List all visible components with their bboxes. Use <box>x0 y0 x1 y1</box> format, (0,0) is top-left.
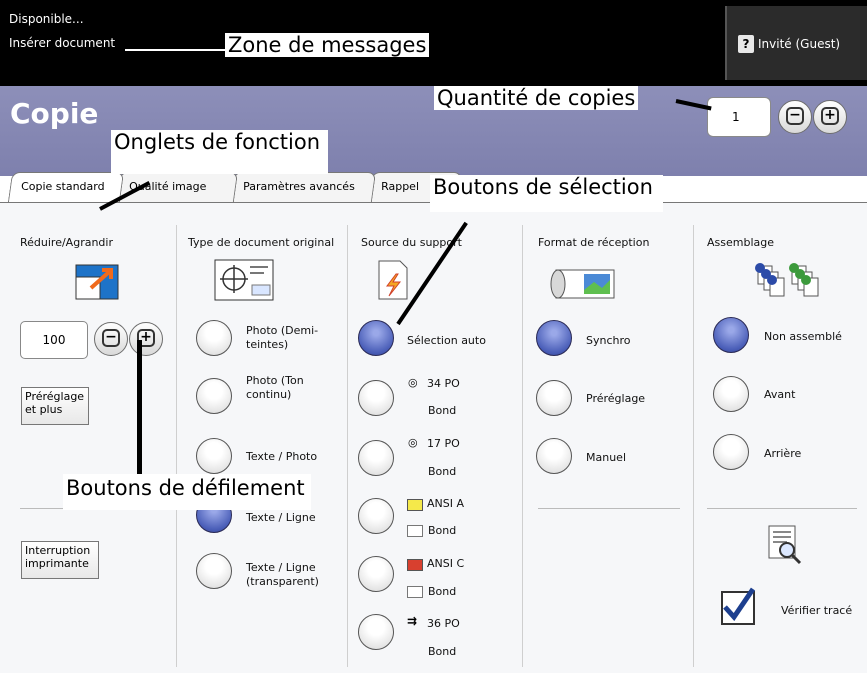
paper-source-radio-1[interactable] <box>358 380 394 416</box>
document-type-icon <box>214 259 274 301</box>
callout-tabs: Onglets de fonction <box>111 130 329 174</box>
tray-arrow-icon: ⇉ <box>407 614 418 628</box>
output-format-radio-0[interactable] <box>536 320 572 356</box>
callout-messages: Zone de messages <box>225 33 430 57</box>
output-format-label-0: Synchro <box>586 334 631 347</box>
roll-icon: ◎ <box>408 376 418 389</box>
callout-scroll: Boutons de défilement <box>63 474 311 510</box>
paper-source-radio-2[interactable] <box>358 440 394 476</box>
column-divider <box>347 225 348 667</box>
quantity-plus-button[interactable]: + <box>813 100 847 134</box>
column-divider <box>693 225 694 667</box>
doc-type-label-2: Texte / Photo <box>246 450 318 463</box>
page-title: Copie <box>10 97 99 130</box>
tray-red-icon <box>407 559 423 571</box>
guest-label: Invité (Guest) <box>758 37 841 51</box>
reduce-enlarge-icon <box>75 264 119 300</box>
reduce-value-field[interactable]: 100 <box>20 321 88 359</box>
document-type-header: Type de document original <box>188 236 335 249</box>
reduce-minus-button[interactable]: − <box>94 322 128 356</box>
collation-header: Assemblage <box>707 236 774 249</box>
collation-radio-2[interactable] <box>713 434 749 470</box>
paper-source-sub-2: Bond <box>428 465 457 478</box>
collation-radio-1[interactable] <box>713 376 749 412</box>
doc-type-radio-4[interactable] <box>196 553 232 589</box>
output-format-radio-1[interactable] <box>536 380 572 416</box>
column-divider <box>176 225 177 667</box>
callout-selection: Boutons de sélection <box>430 175 663 212</box>
doc-type-label-0: Photo (Demi-teintes) <box>246 324 319 351</box>
paper-source-radio-3[interactable] <box>358 498 394 534</box>
doc-type-label-3: Texte / Ligne <box>246 511 316 524</box>
output-format-radio-2[interactable] <box>536 438 572 474</box>
paper-source-sub-3: Bond <box>428 524 457 537</box>
sheet-icon <box>407 586 423 598</box>
status-text: Disponible... <box>9 12 84 26</box>
divider <box>538 508 680 509</box>
tab-qualite-image[interactable]: Qualité image <box>115 172 239 202</box>
column-divider <box>522 225 523 667</box>
callout-line <box>125 49 225 51</box>
collation-label-0: Non assemblé <box>764 330 842 343</box>
tray-yellow-icon <box>407 499 423 511</box>
doc-type-label-1: Photo (Ton continu) <box>246 374 304 401</box>
tab-label: Copie standard <box>21 180 105 193</box>
output-format-label-2: Manuel <box>586 451 626 464</box>
divider <box>707 508 857 509</box>
reduce-plus-button[interactable]: + <box>129 322 163 356</box>
interrupt-printer-button[interactable]: Interruption imprimante <box>21 541 99 579</box>
paper-source-label-3: ANSI A <box>427 497 465 510</box>
paper-source-label-4: ANSI C <box>427 557 465 570</box>
paper-source-radio-0[interactable] <box>358 320 394 356</box>
verify-layout-label: Vérifier tracé <box>781 604 853 617</box>
collation-icon <box>752 258 822 302</box>
paper-source-radio-5[interactable] <box>358 614 394 650</box>
collation-label-2: Arrière <box>764 447 802 460</box>
paper-source-label-2: 17 PO <box>427 437 460 450</box>
output-format-label-1: Préréglage <box>586 392 646 405</box>
quantity-minus-button[interactable]: − <box>778 100 812 134</box>
paper-tray-icon <box>378 260 408 300</box>
tab-label: Paramètres avancés <box>243 180 355 193</box>
document-preview-icon <box>767 524 803 566</box>
doc-type-label-4: Texte / Ligne (transparent) <box>246 561 319 588</box>
callout-quantity: Quantité de copies <box>434 86 639 110</box>
tab-parametres-avances[interactable]: Paramètres avancés <box>229 172 377 202</box>
quantity-field[interactable]: 1 <box>707 97 771 137</box>
plus-icon: + <box>821 107 839 125</box>
tab-label: Rappel <box>381 180 420 193</box>
paper-source-radio-4[interactable] <box>358 556 394 592</box>
paper-source-sub-1: Bond <box>428 404 457 417</box>
minus-icon: − <box>102 329 120 347</box>
tab-copie-standard[interactable]: Copie standard <box>7 172 125 202</box>
minus-icon: − <box>786 107 804 125</box>
roll-icon: ◎ <box>408 436 418 449</box>
preset-button[interactable]: Préréglage et plus <box>21 387 89 425</box>
paper-source-sub-4: Bond <box>428 585 457 598</box>
doc-type-radio-2[interactable] <box>196 438 232 474</box>
help-icon: ? <box>738 35 754 53</box>
collation-radio-0[interactable] <box>713 317 749 353</box>
sheet-icon <box>407 525 423 537</box>
paper-source-label-5: 36 PO <box>427 617 460 630</box>
reduce-enlarge-header: Réduire/Agrandir <box>20 236 113 249</box>
paper-source-label-1: 34 PO <box>427 377 460 390</box>
paper-source-sub-5: Bond <box>428 645 457 658</box>
doc-type-radio-1[interactable] <box>196 378 232 414</box>
output-format-icon <box>548 260 616 300</box>
verify-layout-checkbox[interactable] <box>721 587 755 625</box>
doc-type-radio-0[interactable] <box>196 320 232 356</box>
prompt-text: Insérer document <box>9 36 116 50</box>
callout-line <box>125 43 225 47</box>
collation-label-1: Avant <box>764 388 796 401</box>
callout-line <box>137 340 142 474</box>
output-format-header: Format de réception <box>538 236 650 249</box>
paper-source-label-0: Sélection auto <box>407 334 486 347</box>
